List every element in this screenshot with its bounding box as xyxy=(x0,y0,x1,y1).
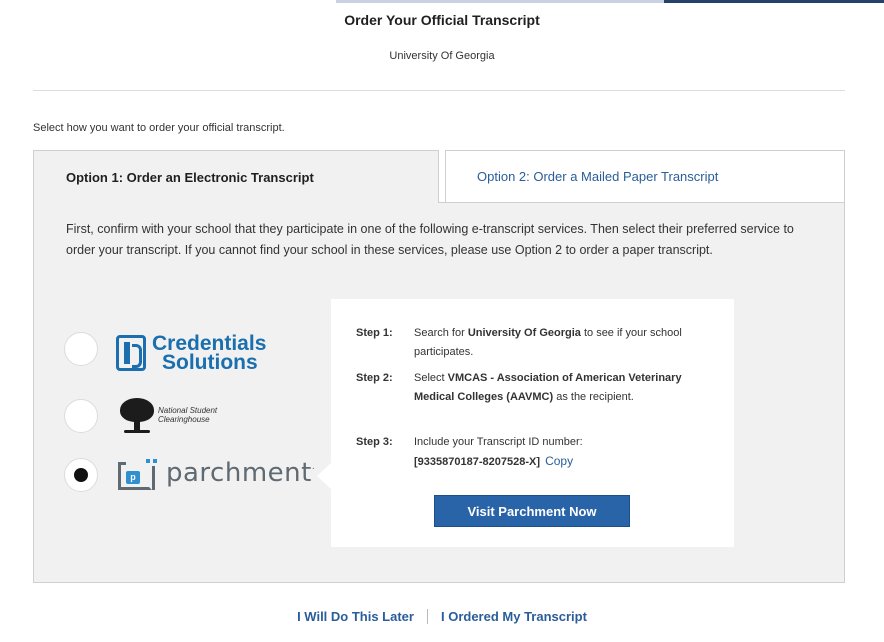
step-2-text-pre: Select xyxy=(414,372,448,384)
electronic-transcript-panel: First, confirm with your school that the… xyxy=(33,202,845,583)
nsc-logo-text-line1: National Student xyxy=(158,406,218,415)
radio-national-student-clearinghouse[interactable] xyxy=(64,399,98,433)
service-option-national-student-clearinghouse[interactable] xyxy=(64,399,98,433)
transcript-id: [9335870187-8207528-X] xyxy=(414,456,540,468)
steps-card: Step 1: Search for University Of Georgia… xyxy=(317,299,734,547)
solutions-logo-text: Solutions xyxy=(162,351,258,374)
step-3-label: Step 3: xyxy=(356,436,393,448)
radio-credentials-solutions[interactable] xyxy=(64,332,98,366)
tab-label: Option 2: Order a Mailed Paper Transcrip… xyxy=(477,169,719,184)
step-1-school: University Of Georgia xyxy=(467,327,581,339)
tab-label: Option 1: Order an Electronic Transcript xyxy=(66,169,314,185)
national-student-clearinghouse-logo[interactable]: National Student Clearinghouse xyxy=(118,396,217,434)
header-divider xyxy=(33,90,845,91)
service-option-credentials-solutions[interactable] xyxy=(64,332,98,366)
step-3-text: Include your Transcript ID number: xyxy=(414,436,583,448)
school-name: University Of Georgia xyxy=(389,50,495,62)
credentials-solutions-icon xyxy=(116,335,146,371)
panel-intro-text: First, confirm with your school that the… xyxy=(66,222,794,257)
radio-parchment[interactable] xyxy=(64,458,98,492)
step-1-text-pre: Search for xyxy=(414,327,468,339)
nsc-logo-text-line2: Clearinghouse xyxy=(158,415,210,424)
step-2-label: Step 2: xyxy=(356,372,393,384)
copy-transcript-id-link[interactable]: Copy xyxy=(545,454,573,468)
radio-selected-dot xyxy=(74,468,88,482)
top-progress-strip xyxy=(336,0,884,3)
instruction-text: Select how you want to order your offici… xyxy=(33,122,285,134)
footer-links: I Will Do This Later I Ordered My Transc… xyxy=(0,609,884,624)
step-3: Step 3: Include your Transcript ID numbe… xyxy=(356,433,716,472)
credentials-solutions-logo[interactable]: Credentials Solutions xyxy=(116,333,266,374)
tab-electronic-transcript[interactable]: Option 1: Order an Electronic Transcript xyxy=(33,150,439,203)
footer-separator xyxy=(426,609,428,624)
step-2-text-post: as the recipient. xyxy=(553,391,634,403)
ordered-transcript-link[interactable]: I Ordered My Transcript xyxy=(441,609,587,624)
parchment-logo[interactable]: p parchment· xyxy=(118,456,315,490)
step-1-label: Step 1: xyxy=(356,327,393,339)
service-option-parchment[interactable] xyxy=(64,458,98,492)
step-2: Step 2: Select VMCAS - Association of Am… xyxy=(356,369,716,407)
step-2-recipient: VMCAS - Association of American Veterina… xyxy=(414,372,682,403)
visit-parchment-button[interactable]: Visit Parchment Now xyxy=(434,495,630,527)
tree-icon xyxy=(118,396,156,434)
tab-mailed-paper-transcript[interactable]: Option 2: Order a Mailed Paper Transcrip… xyxy=(445,150,845,203)
step-1: Step 1: Search for University Of Georgia… xyxy=(356,324,716,362)
do-this-later-link[interactable]: I Will Do This Later xyxy=(297,609,414,624)
parchment-icon: p xyxy=(118,456,158,490)
page-title: Order Your Official Transcript xyxy=(344,12,540,28)
parchment-logo-text: parchment xyxy=(166,458,312,488)
option-tabs: Option 1: Order an Electronic Transcript… xyxy=(33,150,845,203)
